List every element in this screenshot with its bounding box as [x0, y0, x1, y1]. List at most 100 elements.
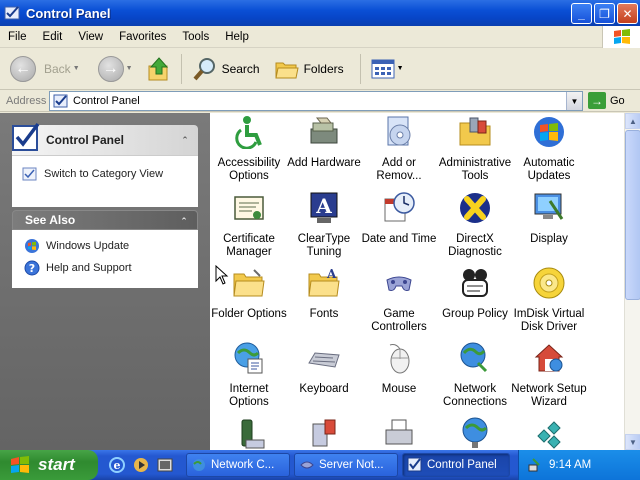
folders-icon: [274, 62, 299, 78]
item-printers-and-faxes[interactable]: [360, 416, 438, 450]
search-icon: [193, 57, 215, 80]
network-connections-icon: [460, 342, 488, 373]
taskbar-item-network-connections[interactable]: Network C...: [186, 453, 290, 477]
item-label: Network Setup Wizard: [511, 383, 587, 408]
go-label: Go: [610, 94, 625, 107]
start-button[interactable]: start: [0, 450, 98, 480]
item-mouse[interactable]: Mouse: [360, 341, 438, 396]
item-phone-modem[interactable]: [210, 416, 288, 450]
group-policy-icon: [462, 269, 488, 297]
item-game-controllers[interactable]: Game Controllers: [360, 266, 438, 334]
views-button[interactable]: ▼: [367, 52, 408, 86]
item-cleartype-tuning[interactable]: A ClearType Tuning: [285, 191, 363, 259]
taskbar-item-control-panel[interactable]: Control Panel: [402, 453, 510, 477]
minimize-button[interactable]: _: [571, 3, 592, 24]
taskbar-item-label: Server Not...: [319, 459, 384, 471]
item-fonts[interactable]: A Fonts: [285, 266, 363, 321]
directx-icon: [460, 193, 490, 223]
chevron-down-icon: ▼: [396, 65, 404, 72]
item-directx-diagnostic[interactable]: DirectX Diagnostic: [436, 191, 514, 259]
item-imdisk-virtual-disk-driver[interactable]: ImDisk Virtual Disk Driver: [510, 266, 588, 334]
windows-flag-icon: [11, 456, 29, 473]
help-support-link[interactable]: ? Help and Support: [24, 260, 198, 276]
tasks-icon: [537, 421, 561, 449]
menu-help[interactable]: Help: [217, 31, 257, 43]
vertical-scrollbar[interactable]: ▲ ▼: [624, 113, 640, 450]
scroll-up-button[interactable]: ▲: [625, 113, 640, 129]
folders-button[interactable]: Folders: [270, 52, 348, 86]
item-label: ImDisk Virtual Disk Driver: [513, 308, 585, 333]
item-label: Add or Remov...: [376, 157, 422, 182]
mouse-icon: [389, 344, 410, 374]
address-dropdown-button[interactable]: ▼: [566, 92, 582, 110]
item-add-remove-programs[interactable]: Add or Remov...: [360, 115, 438, 183]
item-keyboard[interactable]: Keyboard: [285, 341, 363, 396]
item-certificate-manager[interactable]: Certificate Manager: [210, 191, 288, 259]
media-player-icon[interactable]: [132, 456, 150, 474]
item-portable-devices[interactable]: [285, 416, 363, 450]
certificate-icon: [234, 196, 264, 220]
switch-category-view-link[interactable]: Switch to Category View: [22, 166, 198, 182]
item-display[interactable]: Display: [510, 191, 588, 246]
item-network-setup-wizard[interactable]: Network Setup Wizard: [510, 341, 588, 409]
go-button[interactable]: → Go: [588, 92, 625, 109]
add-remove-programs-icon: [387, 116, 411, 146]
address-input[interactable]: Control Panel ▼: [49, 91, 583, 111]
forward-button[interactable]: → ▼: [94, 52, 137, 86]
views-icon: [371, 59, 395, 78]
windows-update-label: Windows Update: [46, 240, 130, 252]
chevron-down-icon: ▼: [125, 65, 133, 72]
clock[interactable]: 9:14 AM: [549, 459, 591, 471]
folders-label: Folders: [303, 61, 344, 76]
menu-file[interactable]: File: [0, 31, 35, 43]
item-add-hardware[interactable]: Add Hardware: [285, 115, 363, 170]
item-automatic-updates[interactable]: Automatic Updates: [510, 115, 588, 183]
menu-edit[interactable]: Edit: [35, 31, 71, 43]
show-desktop-icon[interactable]: [156, 456, 174, 474]
see-also-box: See Also ⌃ Windows Update ? Help and Sup…: [12, 210, 198, 290]
item-label: Fonts: [309, 308, 339, 320]
item-label: Network Connections: [443, 383, 507, 408]
menu-favorites[interactable]: Favorites: [111, 31, 174, 43]
item-administrative-tools[interactable]: Administrative Tools: [436, 115, 514, 183]
up-button[interactable]: [143, 52, 175, 86]
menu-view[interactable]: View: [70, 31, 111, 43]
switch-view-icon: [22, 167, 37, 181]
windows-update-link[interactable]: Windows Update: [24, 238, 198, 254]
item-regional-options[interactable]: [436, 416, 514, 450]
title-bar[interactable]: Control Panel _ ❐ ✕: [0, 0, 640, 26]
scroll-down-button[interactable]: ▼: [625, 434, 640, 450]
item-accessibility-options[interactable]: Accessibility Options: [210, 115, 288, 183]
search-button[interactable]: Search: [188, 52, 264, 86]
quick-launch: e: [108, 456, 174, 474]
see-also-header[interactable]: See Also ⌃: [12, 210, 198, 230]
add-hardware-icon: [310, 117, 338, 144]
taskbar-item-server-notes[interactable]: Server Not...: [294, 453, 398, 477]
item-scheduled-tasks[interactable]: [510, 416, 588, 450]
control-panel-box-title: Control Panel: [46, 133, 125, 147]
internet-options-icon: [234, 342, 263, 374]
internet-explorer-icon[interactable]: e: [108, 456, 126, 474]
svg-text:A: A: [326, 267, 337, 281]
see-also-title: See Also: [25, 213, 76, 227]
menu-tools[interactable]: Tools: [174, 31, 217, 43]
item-label: Group Policy: [442, 308, 508, 320]
back-button[interactable]: ← Back ▼: [6, 52, 84, 86]
back-label: Back: [44, 61, 71, 76]
close-button[interactable]: ✕: [617, 3, 638, 24]
item-group-policy[interactable]: Group Policy: [436, 266, 514, 321]
item-network-connections[interactable]: Network Connections: [436, 341, 514, 409]
mouse-cursor-icon: [215, 265, 229, 285]
collapse-icon[interactable]: ⌃: [177, 214, 191, 228]
maximize-button[interactable]: ❐: [594, 3, 615, 24]
item-internet-options[interactable]: Internet Options: [210, 341, 288, 409]
scrollbar-thumb[interactable]: [625, 130, 640, 300]
control-panel-box-header[interactable]: Control Panel ⌃: [12, 122, 198, 155]
svg-text:e: e: [114, 459, 121, 472]
control-panel-icon: [4, 6, 20, 20]
item-label: Mouse: [381, 383, 417, 395]
collapse-icon[interactable]: ⌃: [178, 133, 192, 147]
item-date-and-time[interactable]: Date and Time: [360, 191, 438, 246]
network-tray-icon[interactable]: [527, 457, 543, 473]
control-panel-items: Accessibility Options Add Hardware Add o…: [210, 113, 624, 450]
